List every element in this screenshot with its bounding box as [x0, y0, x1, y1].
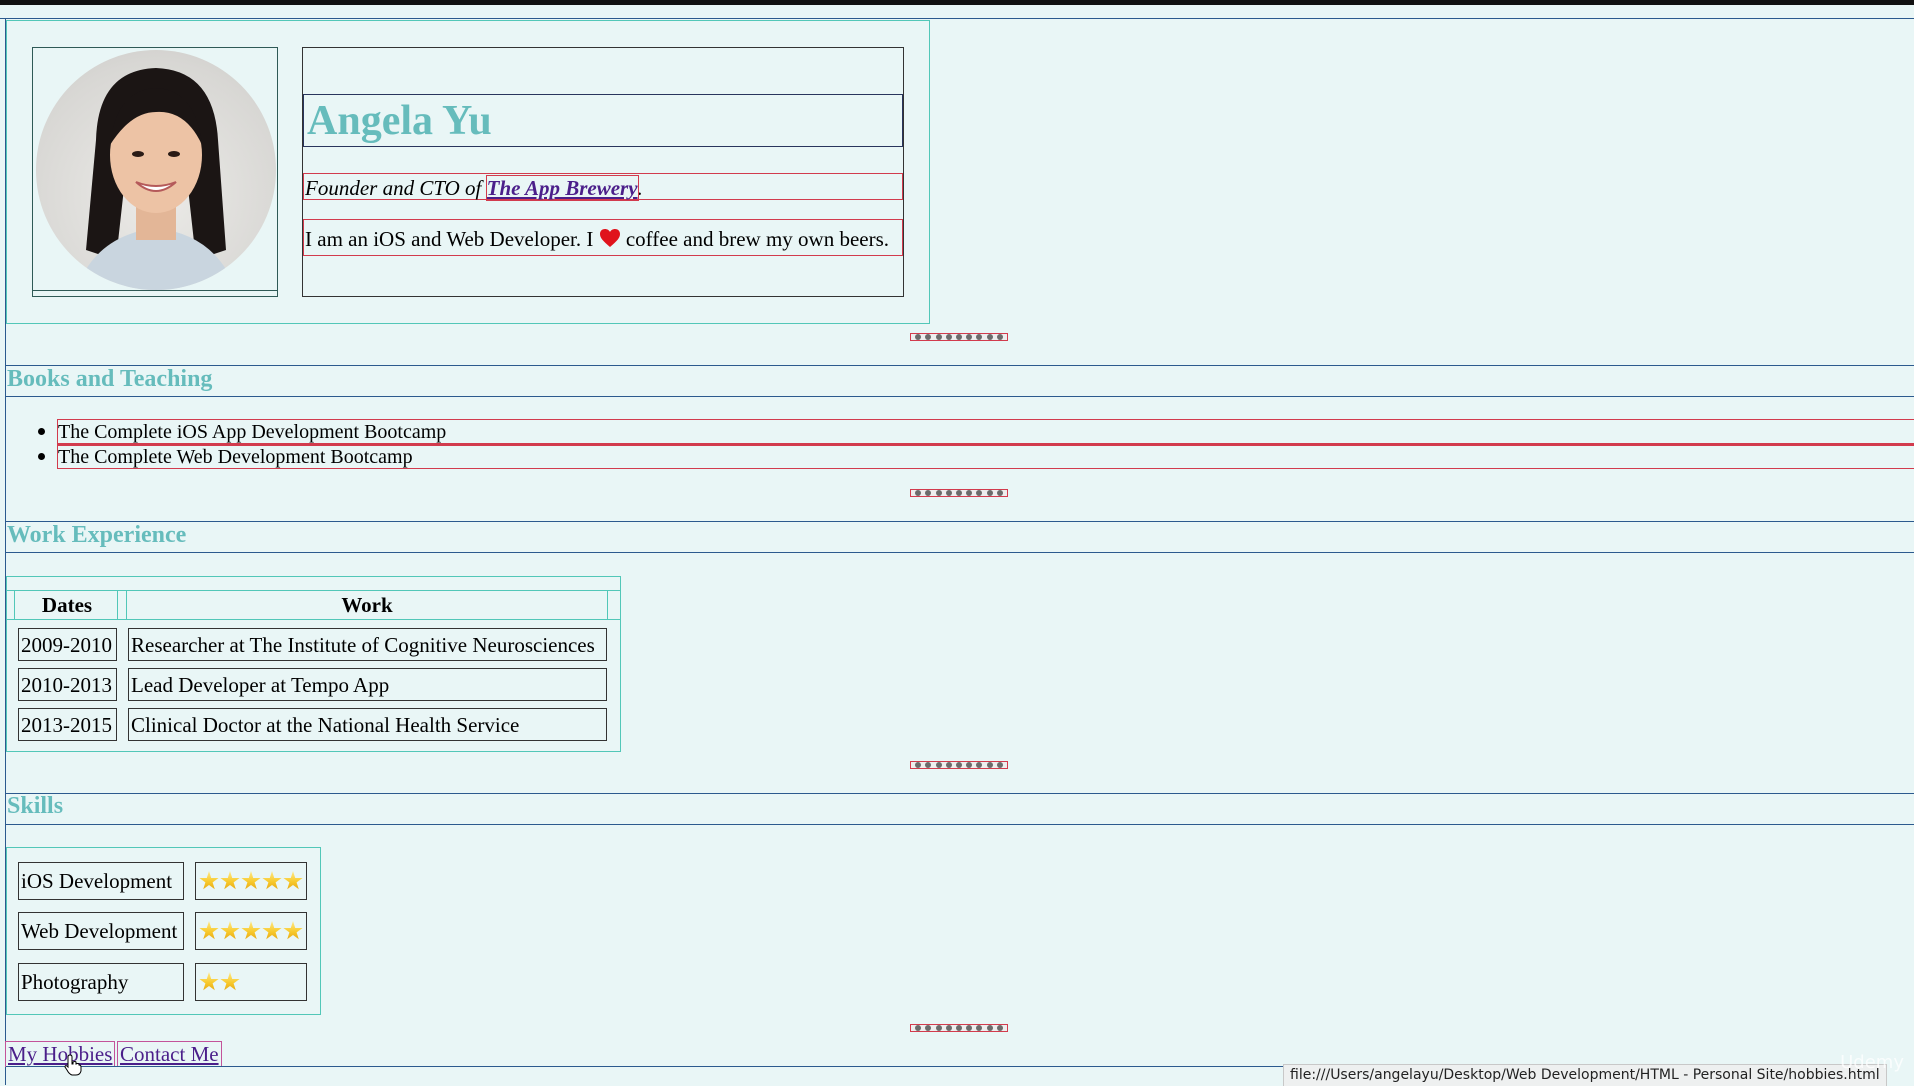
- section-rule: [6, 521, 1914, 522]
- skill-name: Photography: [18, 963, 184, 1001]
- star-icon: [220, 921, 240, 940]
- skill-name: iOS Development: [18, 862, 184, 900]
- skill-rating: [199, 871, 303, 891]
- star-icon: [241, 871, 261, 890]
- star-icon: [283, 921, 303, 940]
- bullet: [38, 453, 45, 460]
- table-cell-dates: 2013-2015: [18, 708, 117, 741]
- table-cell-work: Lead Developer at Tempo App: [128, 668, 607, 701]
- star-icon: [283, 871, 303, 890]
- tagline-prefix: Founder and CTO of: [305, 176, 487, 200]
- dotted-divider-icon: [910, 489, 1008, 497]
- skill-rating: [199, 972, 240, 992]
- section-rule: [6, 552, 1914, 553]
- skill-rating: [199, 921, 303, 941]
- dotted-divider-icon: [910, 1024, 1008, 1032]
- body-outline: [0, 18, 1914, 19]
- body-bottom-rule: [6, 1066, 1283, 1067]
- list-item: The Complete Web Development Bootcamp: [58, 446, 413, 468]
- dotted-divider-icon: [910, 333, 1008, 341]
- star-icon: [199, 921, 219, 940]
- section-rule: [6, 824, 1914, 825]
- contact-me-link[interactable]: Contact Me: [117, 1041, 222, 1067]
- skills-heading: Skills: [7, 793, 64, 819]
- star-icon: [262, 871, 282, 890]
- star-icon: [241, 921, 261, 940]
- section-rule: [6, 793, 1914, 794]
- books-heading: Books and Teaching: [7, 366, 213, 392]
- photo-cell-rule: [32, 290, 278, 291]
- work-heading: Work Experience: [7, 522, 187, 548]
- bullet: [38, 428, 45, 435]
- table-cell-work: Clinical Doctor at the National Health S…: [128, 708, 607, 741]
- hand-cursor-icon: [64, 1054, 82, 1076]
- section-rule: [6, 396, 1914, 397]
- tagline-suffix: .: [637, 176, 643, 200]
- table-cell-dates: 2009-2010: [18, 628, 117, 661]
- section-rule: [6, 365, 1914, 366]
- bio: I am an iOS and Web Developer. I coffee …: [305, 227, 889, 252]
- work-header: Work: [341, 593, 393, 617]
- page-title: Angela Yu: [307, 98, 492, 144]
- star-icon: [199, 871, 219, 890]
- heart-icon: [599, 229, 620, 247]
- star-icon: [220, 972, 240, 991]
- profile-photo: [36, 50, 276, 290]
- dates-header: Dates: [41, 593, 93, 617]
- status-bar-url: file:///Users/angelayu/Desktop/Web Devel…: [1283, 1064, 1887, 1086]
- bio-prefix: I am an iOS and Web Developer. I: [305, 227, 599, 251]
- table-cell-work: Researcher at The Institute of Cognitive…: [128, 628, 607, 661]
- profile-photo-art: [76, 68, 236, 290]
- dotted-divider-icon: [910, 761, 1008, 769]
- app-brewery-link[interactable]: The App Brewery: [485, 175, 639, 201]
- watermark: Udemy: [1840, 1052, 1904, 1073]
- table-cell-dates: 2010-2013: [18, 668, 117, 701]
- tagline: Founder and CTO of The App Brewery.: [305, 175, 643, 201]
- window-top-bar: [0, 0, 1914, 5]
- bio-suffix: coffee and brew my own beers.: [620, 227, 890, 251]
- star-icon: [262, 921, 282, 940]
- skill-name: Web Development: [18, 912, 184, 950]
- list-item: The Complete iOS App Development Bootcam…: [58, 421, 447, 443]
- star-icon: [199, 972, 219, 991]
- star-icon: [220, 871, 240, 890]
- info-cell: [302, 47, 904, 297]
- my-hobbies-link[interactable]: My Hobbies: [5, 1041, 116, 1067]
